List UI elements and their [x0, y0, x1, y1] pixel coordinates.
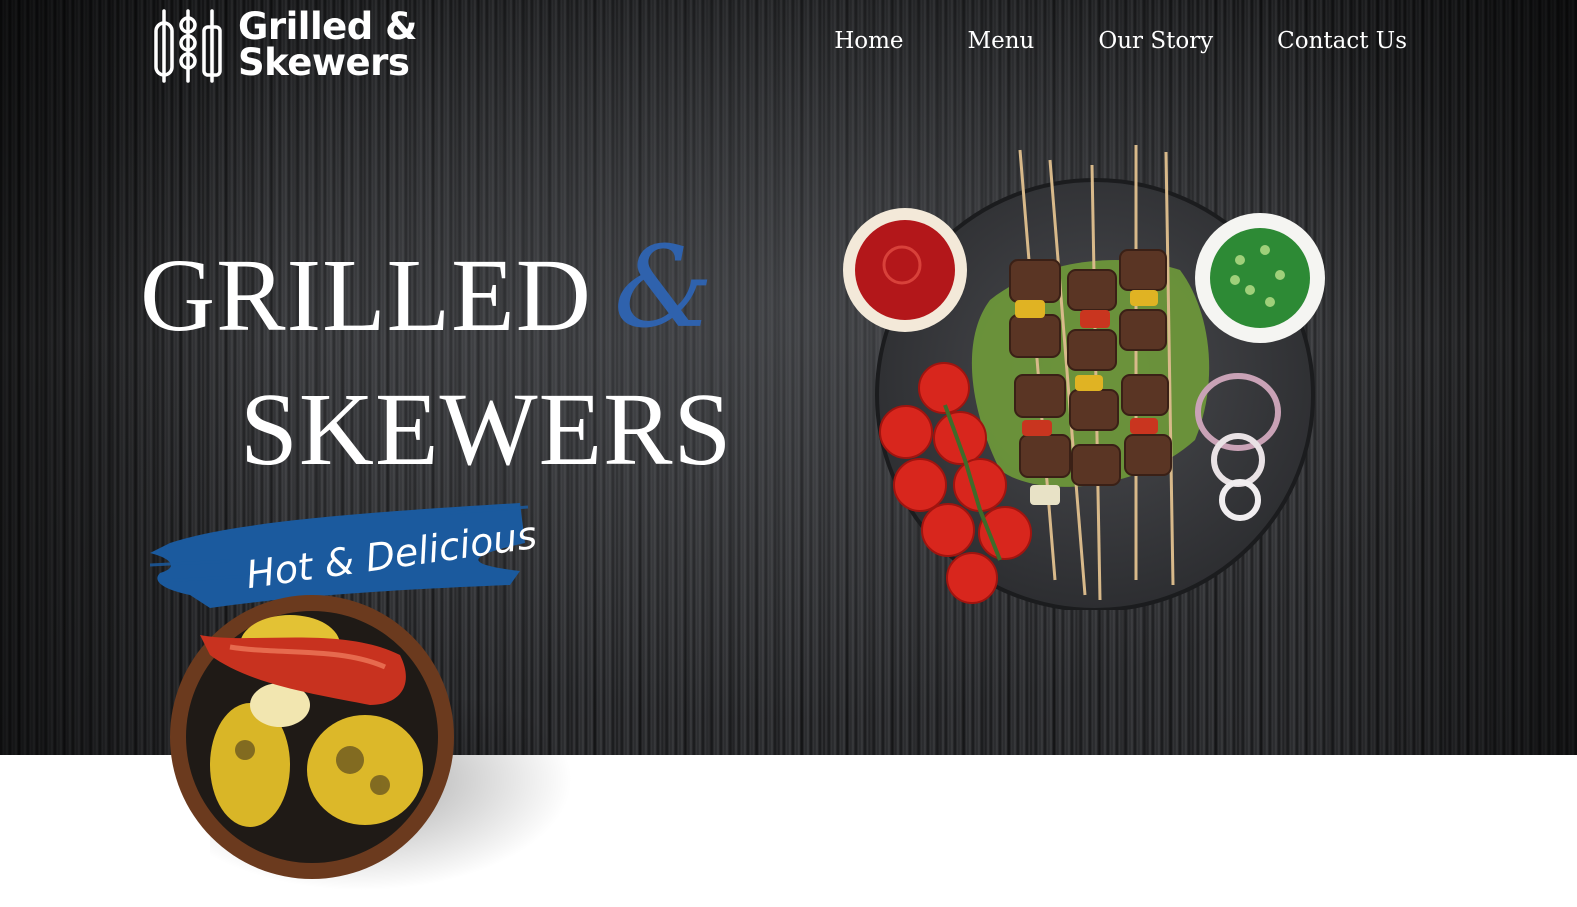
main-nav: Home Menu Our Story Contact Us [834, 28, 1407, 54]
brand-name: Grilled & Skewers [238, 5, 417, 84]
skewers-logo-icon [154, 9, 222, 83]
hero-title-skewers: SKEWERS [240, 372, 733, 487]
nav-menu[interactable]: Menu [968, 28, 1035, 54]
skewer-platter-image [843, 145, 1325, 610]
hero-title-ampersand: & [613, 223, 715, 353]
brand-logo[interactable]: Grilled & Skewers [150, 6, 417, 84]
grilled-corn-bowl-image [170, 595, 454, 879]
nav-home[interactable]: Home [834, 28, 903, 54]
nav-our-story[interactable]: Our Story [1098, 28, 1213, 54]
nav-contact-us[interactable]: Contact Us [1277, 28, 1407, 54]
brand-name-line1: Grilled & [238, 5, 417, 48]
hero-title-grilled: GRILLED [140, 238, 592, 353]
brand-name-line2: Skewers [238, 41, 410, 84]
hero-title-line1: GRILLED & [140, 232, 715, 348]
